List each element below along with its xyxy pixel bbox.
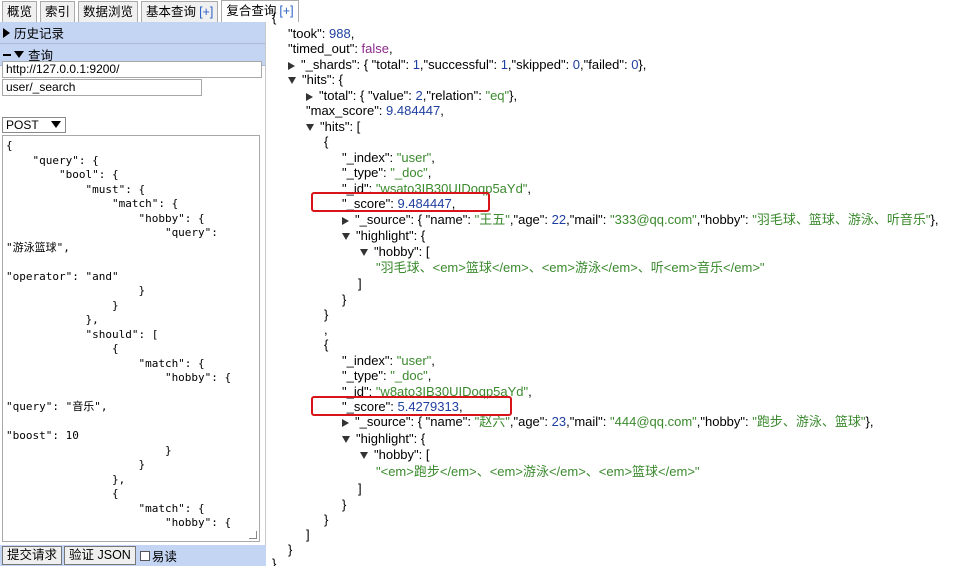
doc1-age: 22 bbox=[551, 212, 567, 227]
tab-indices-label: 索引 bbox=[45, 5, 71, 19]
shards-skipped: 0 bbox=[572, 57, 581, 72]
doc2-age: 23 bbox=[551, 414, 567, 429]
collapse-down-icon[interactable] bbox=[306, 124, 314, 132]
doc1-mail: "333@qq.com" bbox=[610, 212, 697, 227]
tab-indices[interactable]: 索引 bbox=[40, 1, 76, 22]
resize-grip-icon[interactable] bbox=[249, 531, 257, 539]
took-value: 988 bbox=[329, 26, 351, 41]
json-line-shards[interactable]: "_shards": { "total": 1,"successful": 1,… bbox=[288, 57, 646, 72]
json-brace: { bbox=[324, 337, 329, 352]
expand-right-icon bbox=[3, 27, 10, 38]
hits-total-value: 2 bbox=[415, 88, 423, 103]
history-section-header[interactable]: 历史记录 bbox=[0, 22, 265, 44]
chevron-down-icon bbox=[51, 121, 61, 128]
doc2-index: "user" bbox=[396, 353, 432, 368]
validate-json-button[interactable]: 验证 JSON bbox=[64, 546, 136, 565]
action-bar: 提交请求 验证 JSON 易读 bbox=[0, 545, 266, 566]
json-line-highlight-hobby[interactable]: "hobby": [ bbox=[360, 447, 430, 462]
doc1-type: "_doc" bbox=[390, 165, 428, 180]
json-brace: } bbox=[342, 292, 347, 307]
doc1-index: "user" bbox=[396, 150, 432, 165]
score-highlight-box bbox=[311, 192, 490, 212]
score-highlight-box bbox=[311, 396, 512, 416]
easy-read-label: 易读 bbox=[151, 550, 177, 564]
json-line-index: "_index": "user", bbox=[342, 353, 435, 368]
json-brace: } bbox=[288, 542, 293, 557]
timed-out-value: false bbox=[361, 41, 390, 56]
method-select-value: POST bbox=[6, 118, 39, 132]
json-line-hits-array[interactable]: "hits": [ bbox=[306, 119, 360, 134]
minus-icon bbox=[3, 53, 11, 56]
doc2-highlight-hobby: "<em>跑步</em>、<em>游泳</em>、<em>篮球</em>" bbox=[376, 464, 700, 479]
doc2-type: "_doc" bbox=[390, 368, 428, 383]
json-line-highlight[interactable]: "highlight": { bbox=[342, 431, 425, 446]
json-line-took: "took": 988, bbox=[288, 26, 355, 41]
method-select[interactable]: POST bbox=[2, 117, 66, 133]
tab-browser-label: 数据浏览 bbox=[83, 5, 134, 19]
expand-right-icon[interactable] bbox=[342, 216, 349, 225]
json-line-source[interactable]: "_source": { "name": "王五","age": 22,"mai… bbox=[342, 212, 938, 227]
json-line-source[interactable]: "_source": { "name": "赵六","age": 23,"mai… bbox=[342, 414, 873, 429]
collapse-down-icon[interactable] bbox=[342, 233, 350, 241]
shards-successful: 1 bbox=[500, 57, 508, 72]
tab-basic-query-label: 基本查询 bbox=[146, 5, 197, 19]
json-comma: , bbox=[324, 322, 328, 337]
expand-right-icon[interactable] bbox=[342, 418, 349, 427]
tab-overview[interactable]: 概览 bbox=[2, 1, 38, 22]
max-score-value: 9.484447 bbox=[386, 103, 441, 118]
collapse-down-icon[interactable] bbox=[360, 452, 368, 460]
json-line-index: "_index": "user", bbox=[342, 150, 435, 165]
json-bracket: ] bbox=[358, 481, 362, 496]
json-result-panel: { "took": 988, "timed_out": false, "_sha… bbox=[268, 0, 978, 566]
easy-read-checkbox[interactable] bbox=[139, 550, 150, 561]
json-line-highlight-value: "羽毛球、<em>篮球</em>、<em>游泳</em>、听<em>音乐</em… bbox=[376, 260, 765, 275]
expand-right-icon[interactable] bbox=[306, 92, 313, 101]
collapse-down-icon[interactable] bbox=[288, 77, 296, 85]
doc1-highlight-hobby: "羽毛球、<em>篮球</em>、<em>游泳</em>、听<em>音乐</em… bbox=[376, 260, 765, 275]
json-line-highlight-hobby[interactable]: "hobby": [ bbox=[360, 244, 430, 259]
tab-overview-label: 概览 bbox=[7, 5, 33, 19]
json-line-hits-total[interactable]: "total": { "value": 2,"relation": "eq"}, bbox=[306, 88, 517, 103]
json-brace: { bbox=[272, 10, 277, 25]
doc2-hobby: "跑步、游泳、篮球" bbox=[752, 414, 866, 429]
tab-basic-query[interactable]: 基本查询 [+] bbox=[141, 1, 219, 22]
doc1-name: "王五" bbox=[474, 212, 510, 227]
hits-total-relation: "eq" bbox=[485, 88, 510, 103]
doc2-name: "赵六" bbox=[474, 414, 510, 429]
json-line-hits[interactable]: "hits": { bbox=[288, 72, 343, 87]
doc2-mail: "444@qq.com" bbox=[610, 414, 697, 429]
history-label: 历史记录 bbox=[14, 27, 65, 41]
query-panel: 历史记录 查询 http://127.0.0.1:9200/ user/_sea… bbox=[0, 22, 266, 566]
json-line-timed-out: "timed_out": false, bbox=[288, 41, 393, 56]
shards-total: 1 bbox=[412, 57, 420, 72]
json-line-highlight[interactable]: "highlight": { bbox=[342, 228, 425, 243]
json-line-highlight-value: "<em>跑步</em>、<em>游泳</em>、<em>篮球</em>" bbox=[376, 464, 700, 479]
json-brace: } bbox=[342, 497, 347, 512]
collapse-down-icon bbox=[14, 51, 24, 58]
json-line-max-score: "max_score": 9.484447, bbox=[306, 103, 444, 118]
submit-request-button[interactable]: 提交请求 bbox=[2, 546, 63, 565]
collapse-down-icon[interactable] bbox=[360, 249, 368, 257]
expand-right-icon[interactable] bbox=[288, 61, 295, 70]
query-body-text: { "query": { "bool": { "must": { "match"… bbox=[6, 139, 232, 529]
json-brace: } bbox=[324, 307, 329, 322]
json-brace: { bbox=[324, 134, 329, 149]
json-brace: } bbox=[272, 556, 277, 566]
json-bracket: ] bbox=[306, 527, 310, 542]
json-bracket: ] bbox=[358, 276, 362, 291]
doc1-hobby: "羽毛球、篮球、游泳、听音乐" bbox=[752, 212, 931, 227]
tab-basic-query-plus[interactable]: [+] bbox=[199, 5, 213, 19]
query-body-textarea[interactable]: { "query": { "bool": { "must": { "match"… bbox=[2, 135, 260, 542]
collapse-down-icon[interactable] bbox=[342, 436, 350, 444]
json-line-type: "_type": "_doc", bbox=[342, 368, 432, 383]
json-brace: } bbox=[324, 512, 329, 527]
tab-browser[interactable]: 数据浏览 bbox=[78, 1, 139, 22]
json-line-type: "_type": "_doc", bbox=[342, 165, 432, 180]
endpoint-input[interactable]: user/_search bbox=[2, 79, 202, 96]
server-url-input[interactable]: http://127.0.0.1:9200/ bbox=[2, 61, 262, 78]
